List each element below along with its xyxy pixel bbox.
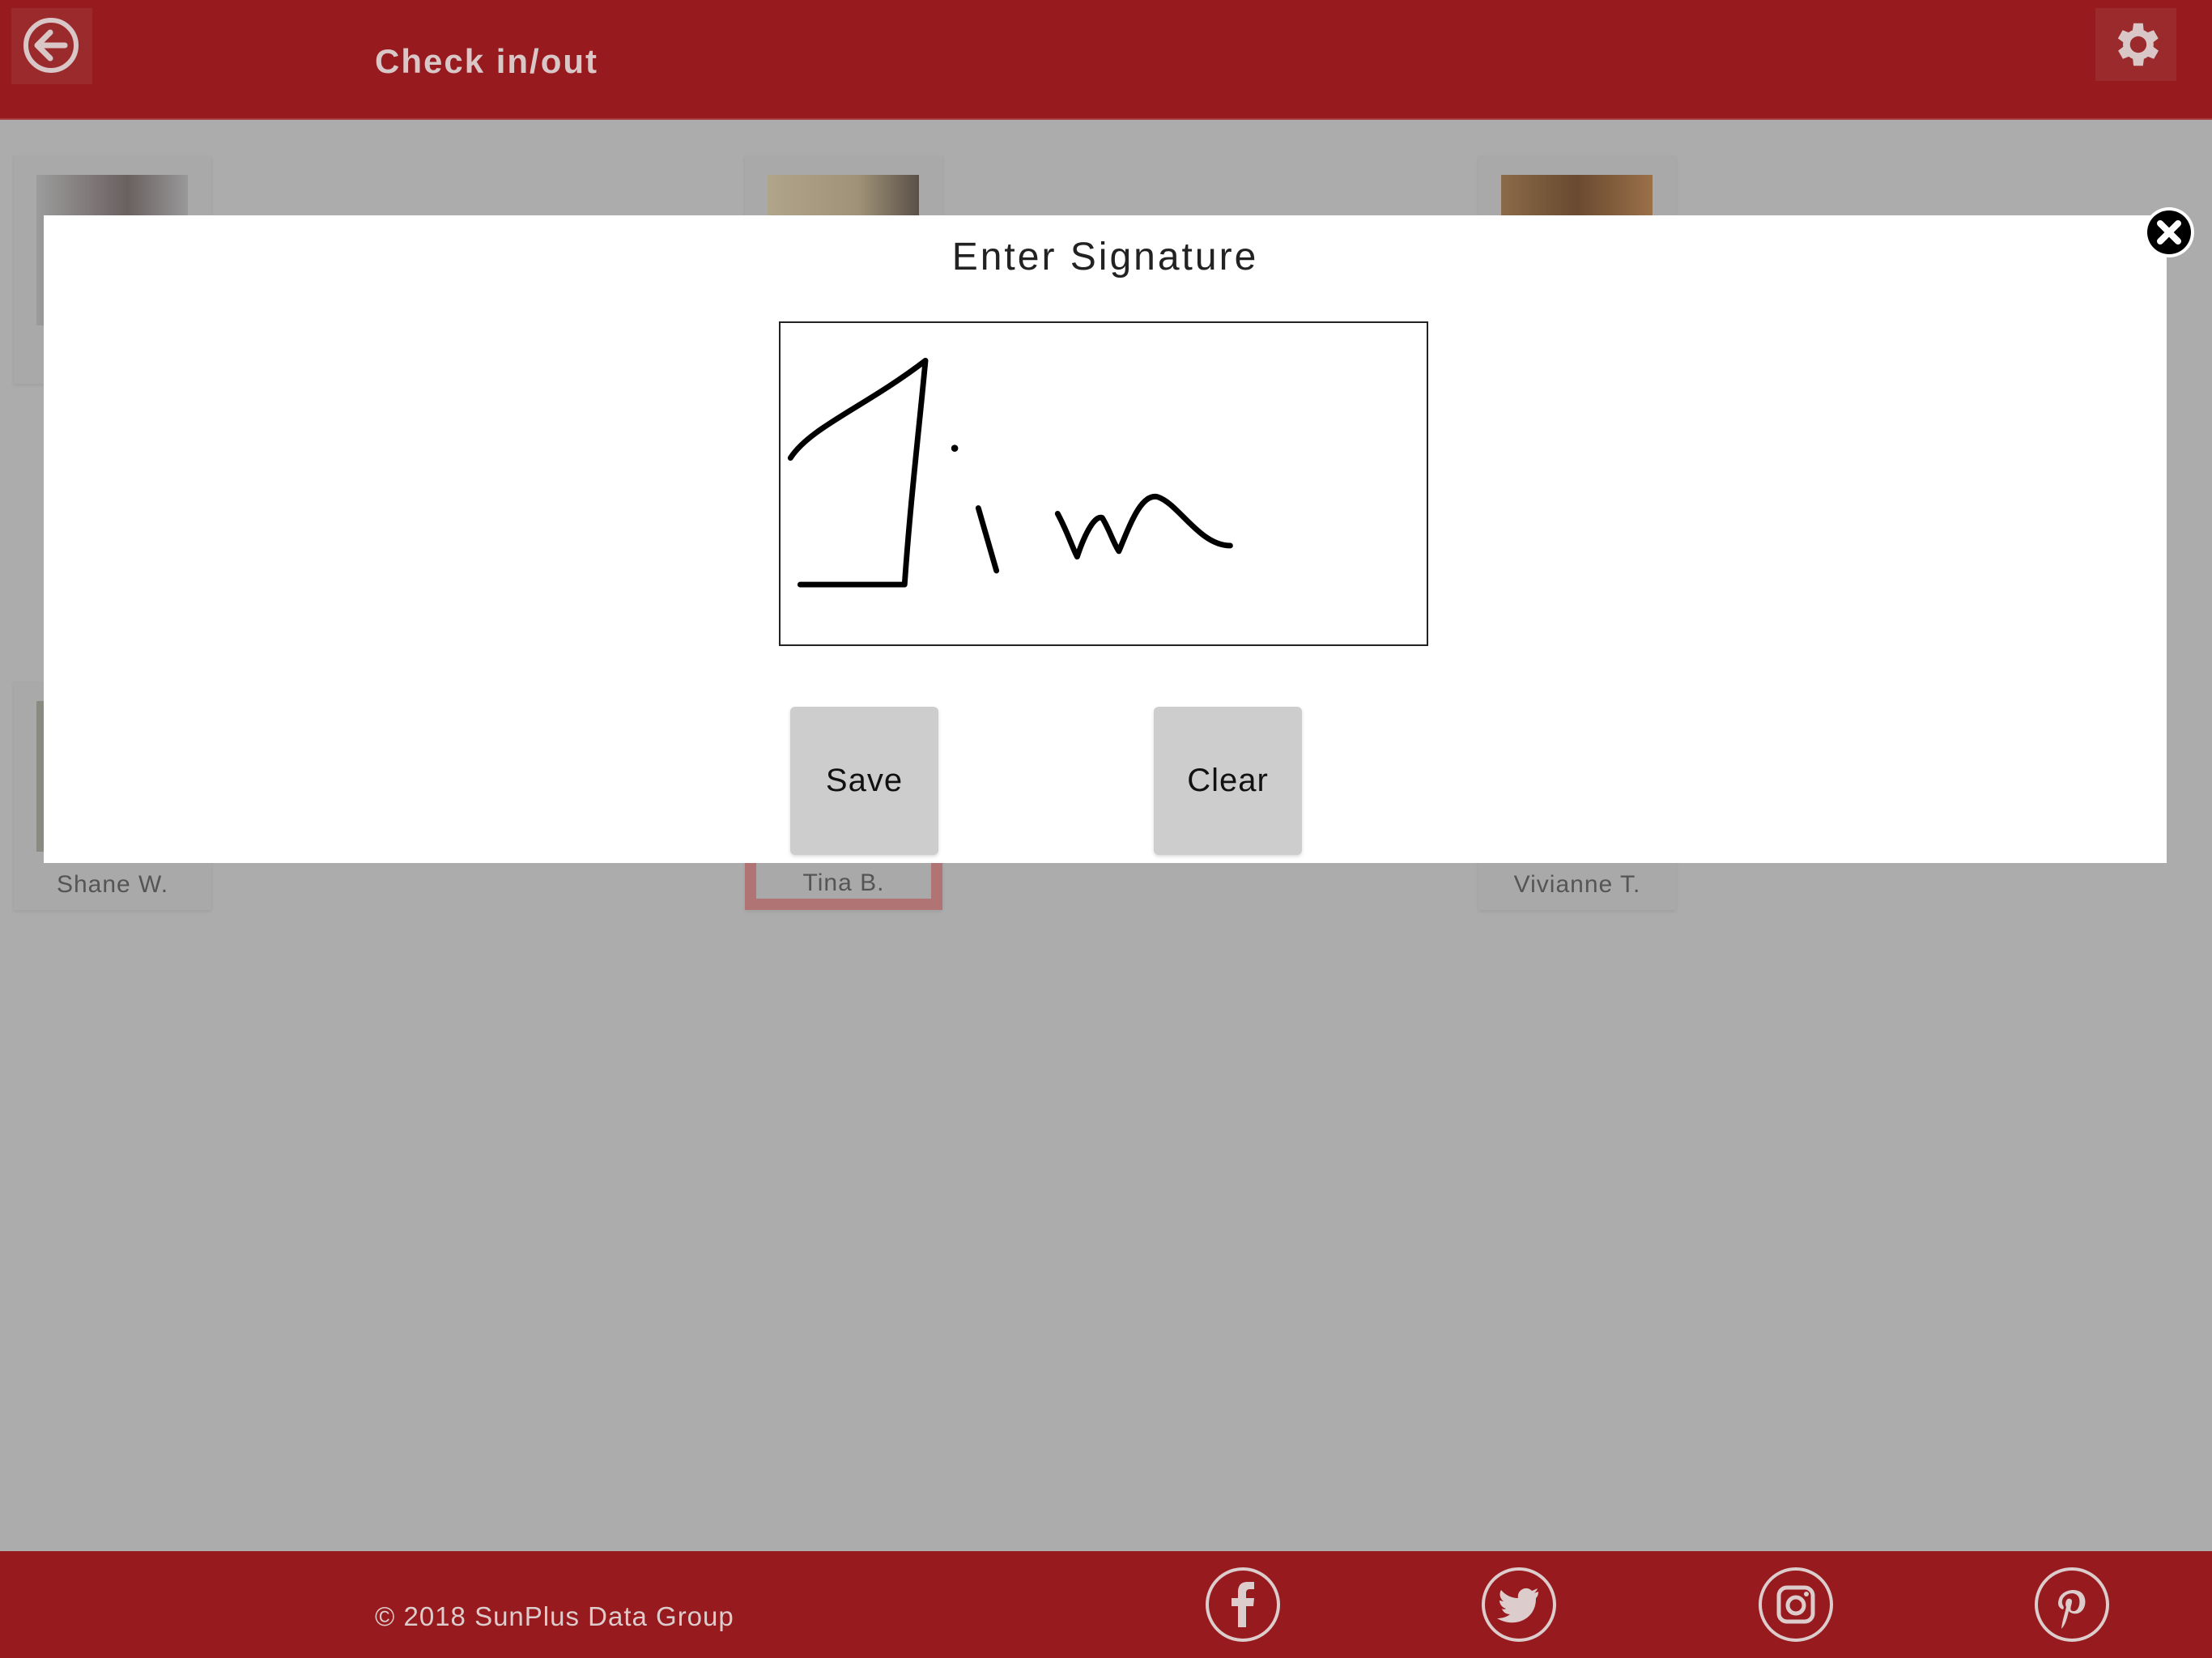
modal-title: Enter Signature bbox=[951, 236, 1259, 278]
arrow-left-circle-icon bbox=[23, 18, 79, 73]
twitter-link[interactable] bbox=[1480, 1566, 1558, 1643]
twitter-icon bbox=[1482, 1567, 1556, 1642]
facebook-link[interactable] bbox=[1204, 1566, 1282, 1643]
clear-button[interactable]: Clear bbox=[1154, 707, 1302, 855]
instagram-link[interactable] bbox=[1757, 1566, 1835, 1643]
person-name: Shane W. bbox=[56, 871, 169, 898]
back-button[interactable] bbox=[11, 8, 92, 84]
app-header: Check in/out bbox=[0, 0, 2212, 120]
person-name: Tina B. bbox=[802, 869, 885, 896]
signature-pad[interactable] bbox=[779, 321, 1428, 646]
pinterest-link[interactable] bbox=[2033, 1566, 2111, 1643]
page-title: Check in/out bbox=[375, 42, 599, 80]
pinterest-icon bbox=[2035, 1567, 2109, 1642]
close-button[interactable] bbox=[2143, 206, 2195, 258]
copyright-text: © 2018 SunPlus Data Group bbox=[375, 1601, 734, 1631]
signature-drawing bbox=[787, 357, 1233, 588]
signature-modal: Enter Signature Save Clear bbox=[44, 215, 2167, 863]
close-circle-icon bbox=[2144, 207, 2194, 257]
person-name: Vivianne T. bbox=[1513, 871, 1641, 898]
facebook-icon bbox=[1206, 1567, 1280, 1642]
gear-icon bbox=[2117, 23, 2159, 66]
instagram-icon bbox=[1759, 1567, 1833, 1642]
app-footer: © 2018 SunPlus Data Group bbox=[0, 1551, 2212, 1658]
settings-button[interactable] bbox=[2095, 8, 2176, 81]
save-button[interactable]: Save bbox=[790, 707, 938, 855]
